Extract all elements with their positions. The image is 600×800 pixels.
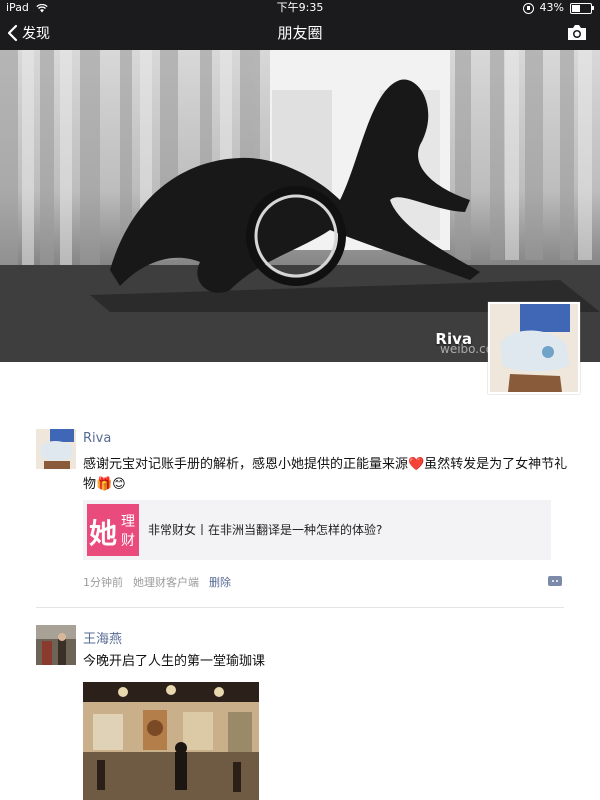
post-username[interactable]: 王海燕 — [83, 628, 122, 647]
post-photo-image — [83, 682, 259, 800]
back-button[interactable]: 发现 — [6, 16, 50, 50]
avatar-image — [36, 625, 76, 665]
share-logo: 她 理 财 — [87, 504, 139, 556]
back-label: 发现 — [22, 26, 50, 42]
camera-icon[interactable] — [566, 24, 588, 42]
chevron-left-icon — [7, 24, 18, 42]
battery-percent: 43% — [539, 1, 564, 14]
comment-icon[interactable] — [548, 576, 562, 586]
post-time: 1分钟前 — [83, 576, 123, 589]
status-time: 下午9:35 — [276, 1, 324, 14]
post-text: 感谢元宝对记账手册的解析，感恩小她提供的正能量来源❤️虽然转发是为了女神节礼物🎁… — [83, 457, 568, 492]
my-avatar[interactable] — [488, 302, 580, 394]
post-meta: 1分钟前 她理财客户端 删除 — [83, 574, 231, 590]
status-right: 43% — [522, 0, 594, 16]
nav-bar: 发现 朋友圈 — [0, 16, 600, 50]
rotation-lock-icon — [522, 2, 534, 14]
share-title: 非常财女丨在非洲当翻译是一种怎样的体验? — [148, 523, 383, 537]
battery-icon — [570, 2, 594, 14]
post-source[interactable]: 她理财客户端 — [133, 574, 199, 590]
divider — [36, 607, 564, 608]
avatar-image — [36, 429, 76, 469]
post-photo[interactable] — [83, 682, 259, 800]
post-username[interactable]: Riva — [83, 431, 111, 446]
logo-char-1: 她 — [89, 517, 118, 550]
status-bar: iPad 下午9:35 43% — [0, 0, 600, 16]
shared-link-card[interactable]: 她 理 财 非常财女丨在非洲当翻译是一种怎样的体验? — [83, 500, 551, 560]
post-text: 今晚开启了人生的第一堂瑜珈课 — [83, 654, 266, 669]
avatar[interactable] — [36, 625, 76, 665]
avatar[interactable] — [36, 429, 76, 469]
avatar-image — [490, 304, 578, 392]
logo-char-3: 财 — [121, 533, 135, 549]
delete-button[interactable]: 删除 — [209, 574, 231, 590]
logo-char-2: 理 — [121, 514, 135, 530]
page-title: 朋友圈 — [277, 24, 323, 42]
